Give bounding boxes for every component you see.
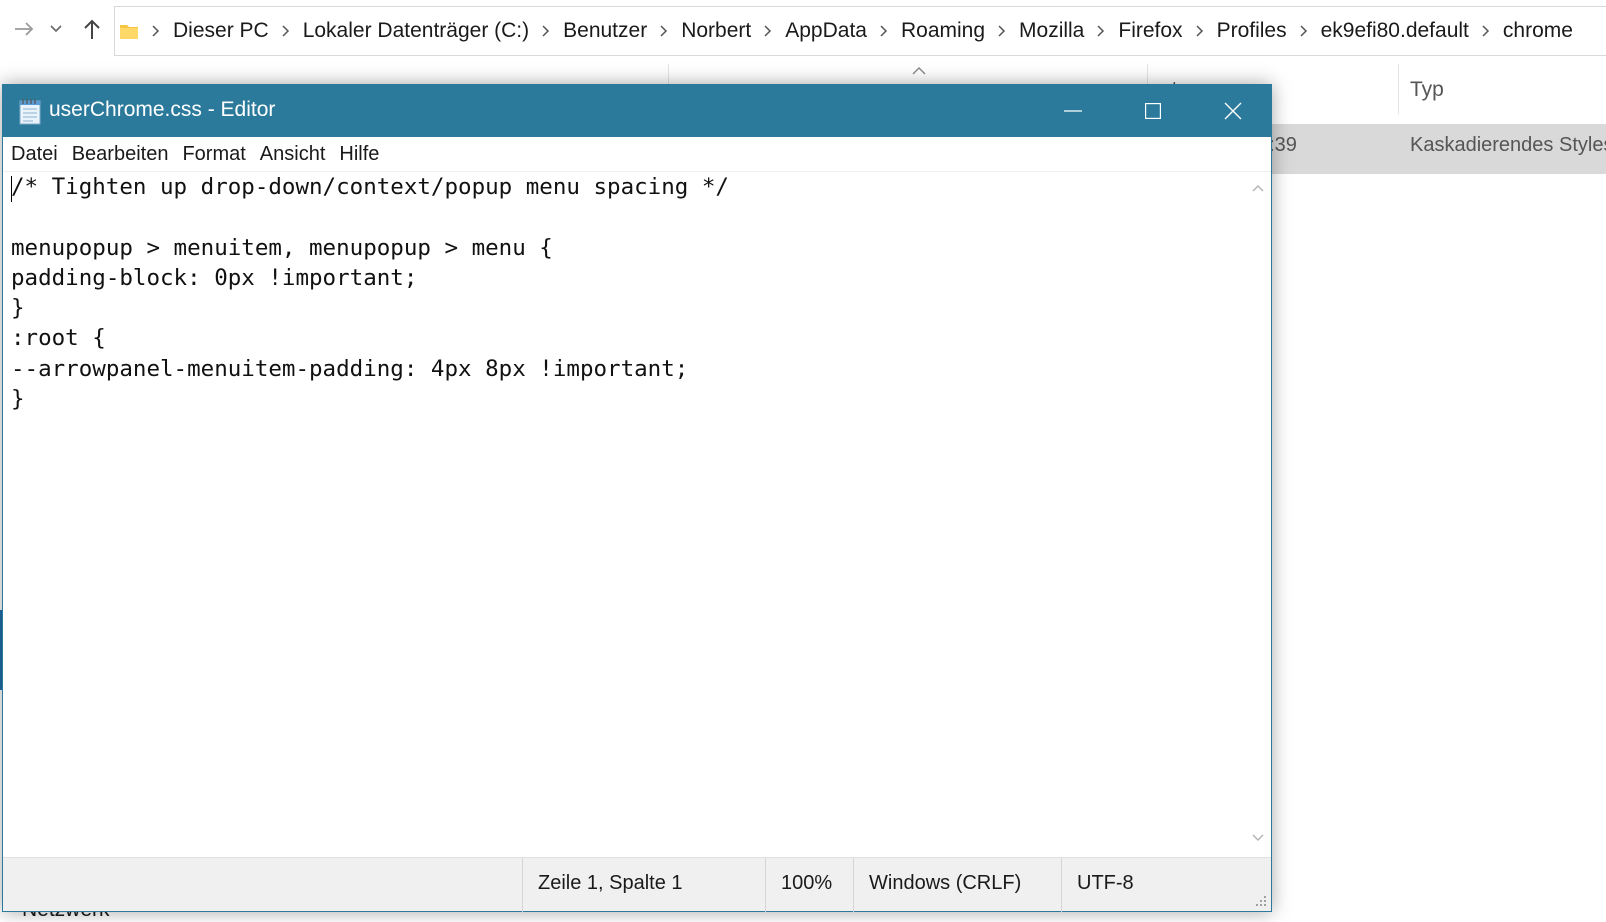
chevron-down-icon xyxy=(50,25,62,33)
menu-datei[interactable]: Datei xyxy=(3,139,65,169)
close-button[interactable] xyxy=(1193,85,1273,137)
breadcrumb-item[interactable]: Mozilla xyxy=(1015,19,1088,43)
status-zoom: 100% xyxy=(781,872,833,894)
menu-ansicht[interactable]: Ansicht xyxy=(253,139,333,169)
menu-bar: Datei Bearbeiten Format Ansicht Hilfe xyxy=(3,137,1271,172)
maximize-icon xyxy=(1145,103,1161,119)
title-bar[interactable]: userChrome.css - Editor xyxy=(3,85,1271,137)
status-divider xyxy=(853,858,854,912)
breadcrumb-item[interactable]: Lokaler Datenträger (C:) xyxy=(299,19,533,43)
chevron-right-icon[interactable] xyxy=(871,25,897,37)
address-bar[interactable]: Dieser PC Lokaler Datenträger (C:) Benutze… xyxy=(114,6,1606,56)
breadcrumb-item[interactable]: Dieser PC xyxy=(169,19,273,43)
status-line-endings: Windows (CRLF) xyxy=(869,872,1022,894)
breadcrumb-item[interactable]: AppData xyxy=(781,19,871,43)
status-encoding: UTF-8 xyxy=(1077,872,1134,894)
chevron-right-icon[interactable] xyxy=(1088,25,1114,37)
breadcrumb-item[interactable]: ek9efi80.default xyxy=(1317,19,1473,43)
chevron-right-icon[interactable] xyxy=(273,25,299,37)
chevron-right-icon[interactable] xyxy=(143,25,169,37)
window-title: userChrome.css - Editor xyxy=(49,98,276,121)
explorer-address-toolbar: Dieser PC Lokaler Datenträger (C:) Benutze… xyxy=(0,0,1606,60)
notepad-window: userChrome.css - Editor Datei Bearbeiten… xyxy=(2,84,1272,912)
recent-locations-button[interactable] xyxy=(46,14,66,44)
notepad-icon xyxy=(19,99,41,125)
file-row-type: Kaskadierendes Styles xyxy=(1410,134,1606,156)
up-arrow-icon xyxy=(84,19,100,39)
editor-text-area[interactable]: /* Tighten up drop-down/context/popup me… xyxy=(3,172,1244,854)
up-button[interactable] xyxy=(78,14,106,44)
breadcrumb-item[interactable]: chrome xyxy=(1499,19,1577,43)
chevron-right-icon[interactable] xyxy=(1187,25,1213,37)
scroll-down-icon xyxy=(1251,834,1264,842)
status-cursor-position: Zeile 1, Spalte 1 xyxy=(538,872,683,894)
breadcrumb-item[interactable]: Benutzer xyxy=(559,19,651,43)
chevron-right-icon[interactable] xyxy=(651,25,677,37)
scroll-up-button[interactable] xyxy=(1244,178,1271,198)
breadcrumb-item[interactable]: Roaming xyxy=(897,19,989,43)
minimize-button[interactable] xyxy=(1033,85,1113,137)
size-grip-icon[interactable] xyxy=(1255,895,1267,907)
chevron-right-icon[interactable] xyxy=(1473,25,1499,37)
scroll-down-button[interactable] xyxy=(1244,828,1271,848)
sort-up-icon xyxy=(912,62,926,80)
text-caret xyxy=(11,176,12,202)
breadcrumb-item[interactable]: Firefox xyxy=(1114,19,1186,43)
status-divider xyxy=(1061,858,1062,912)
breadcrumb: Dieser PC Lokaler Datenträger (C:) Benutze… xyxy=(143,19,1577,43)
chevron-right-icon[interactable] xyxy=(989,25,1015,37)
status-bar: Zeile 1, Spalte 1 100% Windows (CRLF) UT… xyxy=(3,857,1271,912)
menu-bearbeiten[interactable]: Bearbeiten xyxy=(65,139,176,169)
column-header-type[interactable]: Typ xyxy=(1410,78,1444,102)
menu-hilfe[interactable]: Hilfe xyxy=(332,139,386,169)
maximize-button[interactable] xyxy=(1113,85,1193,137)
chevron-right-icon[interactable] xyxy=(533,25,559,37)
scroll-up-icon xyxy=(1251,184,1264,192)
breadcrumb-item[interactable]: Norbert xyxy=(677,19,755,43)
forward-button[interactable] xyxy=(10,14,38,44)
chevron-right-icon[interactable] xyxy=(1291,25,1317,37)
breadcrumb-item[interactable]: Profiles xyxy=(1213,19,1291,43)
chevron-right-icon[interactable] xyxy=(755,25,781,37)
column-divider xyxy=(1398,64,1399,114)
status-divider xyxy=(522,858,523,912)
editor-content[interactable]: /* Tighten up drop-down/context/popup me… xyxy=(3,172,1244,414)
minimize-icon xyxy=(1064,110,1082,112)
folder-icon xyxy=(120,25,138,39)
status-divider xyxy=(765,858,766,912)
forward-arrow-icon xyxy=(15,22,34,36)
close-icon xyxy=(1224,102,1242,120)
menu-format[interactable]: Format xyxy=(175,139,252,169)
vertical-scrollbar[interactable] xyxy=(1244,172,1271,854)
